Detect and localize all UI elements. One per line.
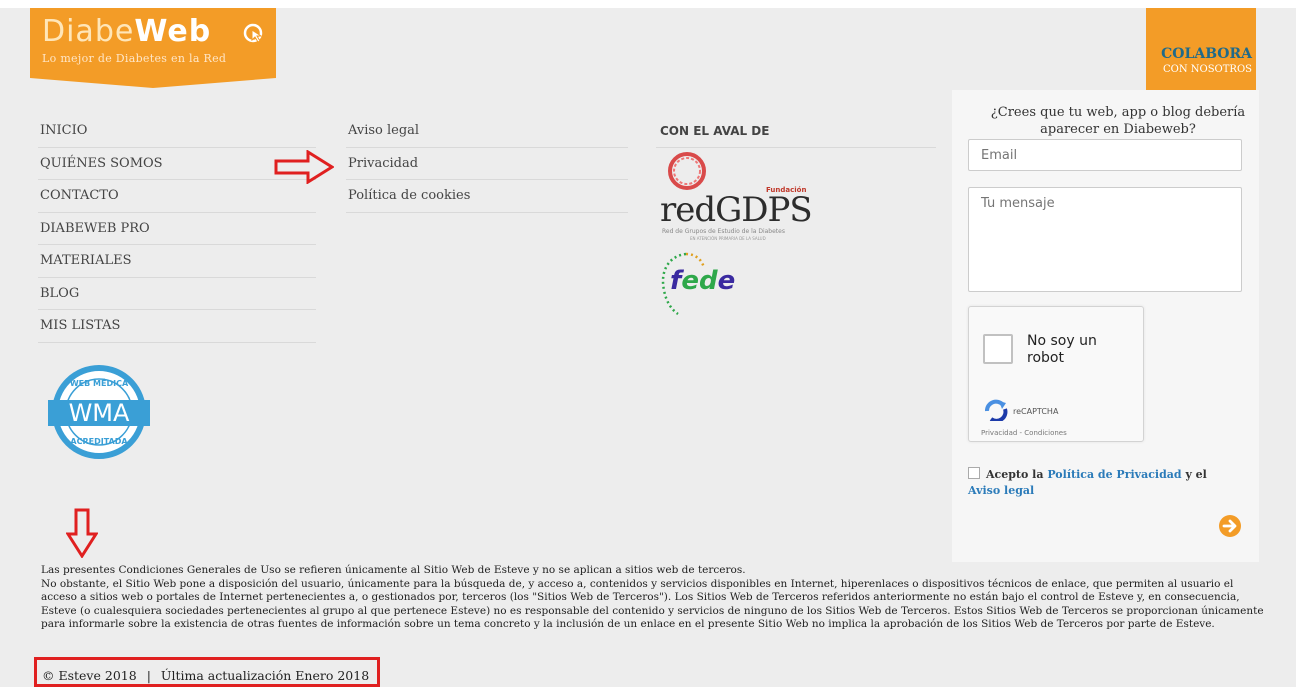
legal-paragraph-1: Las presentes Condiciones Generales de U… [41, 564, 746, 576]
email-field[interactable] [968, 139, 1242, 171]
recaptcha-label: No soy un robot [1027, 333, 1097, 366]
wma-center-text: WMA [69, 399, 130, 427]
logo-title-part2: Web [134, 14, 212, 49]
accept-mid: y el [1185, 468, 1207, 481]
nav-item-blog[interactable]: BLOG [38, 278, 316, 310]
footer-copyright-line: © Esteve 2018 | Última actualización Enero… [42, 668, 369, 683]
fede-letter-e: e [717, 266, 736, 296]
diabeweb-logo[interactable]: DiabeWeb Lo mejor de Diabetes en la Red [30, 8, 276, 88]
nav-item-inicio[interactable]: INICIO [38, 115, 316, 148]
accept-checkbox[interactable] [968, 467, 980, 479]
message-field[interactable] [968, 187, 1242, 292]
nav-item-cookies[interactable]: Política de cookies [346, 180, 628, 213]
nav-item-diabeweb-pro[interactable]: DIABEWEB PRO [38, 213, 316, 245]
redgdps-subtitle: Red de Grupos de Estudio de la Diabetes [662, 228, 785, 235]
nav-item-contacto[interactable]: CONTACTO [38, 180, 316, 213]
logo-title: DiabeWeb [42, 14, 211, 49]
accept-terms: Acepto la Política de Privacidad y el Av… [968, 467, 1238, 499]
logo-title-part1: Diabe [42, 14, 135, 49]
annotation-arrow-right-icon [274, 150, 334, 184]
recaptcha-icon [985, 399, 1008, 421]
nav-item-mis-listas[interactable]: MIS LISTAS [38, 310, 316, 343]
footer-last-updated: Última actualización Enero 2018 [160, 668, 370, 683]
redgdps-subtitle-2: EN ATENCIÓN PRIMARIA DE LA SALUD [690, 236, 766, 241]
wma-top-text: WEB MÉDICA [70, 377, 129, 388]
top-bar [0, 0, 1296, 8]
cursor-search-icon [243, 23, 263, 43]
nav-item-materiales[interactable]: MATERIALES [38, 245, 316, 278]
colabora-subtitle: CON NOSOTROS [1162, 64, 1252, 75]
nav-item-aviso-legal[interactable]: Aviso legal [346, 115, 628, 148]
recaptcha-widget: No soy un robot reCAPTCHA Privacidad - C… [968, 306, 1144, 442]
recaptcha-links[interactable]: Privacidad - Condiciones [981, 429, 1067, 437]
fede-logo[interactable]: fede [656, 248, 756, 318]
footer-copyright: © Esteve 2018 [42, 668, 137, 683]
wma-badge-icon[interactable]: WMA WEB MÉDICA ACREDITADA [44, 362, 154, 462]
colabora-title: COLABORA [1161, 46, 1252, 62]
legal-paragraph-2: No obstante, el Sitio Web pone a disposi… [41, 577, 1264, 631]
recaptcha-brand: reCAPTCHA [1013, 407, 1059, 416]
accept-prefix: Acepto la [986, 468, 1044, 481]
redgdps-ring-icon [668, 152, 706, 190]
legal-disclaimer: Las presentes Condiciones Generales de U… [41, 564, 1266, 632]
submit-arrow-button[interactable] [1218, 514, 1242, 538]
recaptcha-checkbox[interactable] [983, 334, 1013, 364]
fede-letters-ed: ed [681, 266, 718, 296]
redgdps-name: redGDPS [660, 190, 813, 230]
footer-nav-legal: Aviso legal Privacidad Política de cooki… [346, 115, 628, 213]
nav-item-privacidad[interactable]: Privacidad [346, 148, 628, 180]
colabora-badge[interactable]: COLABORA CON NOSOTROS [1146, 8, 1256, 102]
suggest-question: ¿Crees que tu web, app o blog debería ap… [990, 105, 1246, 137]
wma-bottom-text: ACREDITADA [70, 437, 128, 446]
aval-heading: CON EL AVAL DE [660, 124, 770, 138]
fede-wordmark: fede [670, 266, 735, 296]
fede-letter-f: f [670, 266, 682, 296]
redgdps-logo[interactable]: Fundación redGDPS Red de Grupos de Estud… [660, 150, 820, 246]
privacy-policy-link[interactable]: Política de Privacidad [1047, 468, 1181, 481]
logo-subtitle: Lo mejor de Diabetes en la Red [42, 52, 227, 65]
annotation-arrow-down-icon [66, 508, 98, 558]
footer-separator: | [146, 668, 151, 683]
aviso-legal-link[interactable]: Aviso legal [968, 484, 1034, 497]
aval-divider [656, 147, 936, 148]
